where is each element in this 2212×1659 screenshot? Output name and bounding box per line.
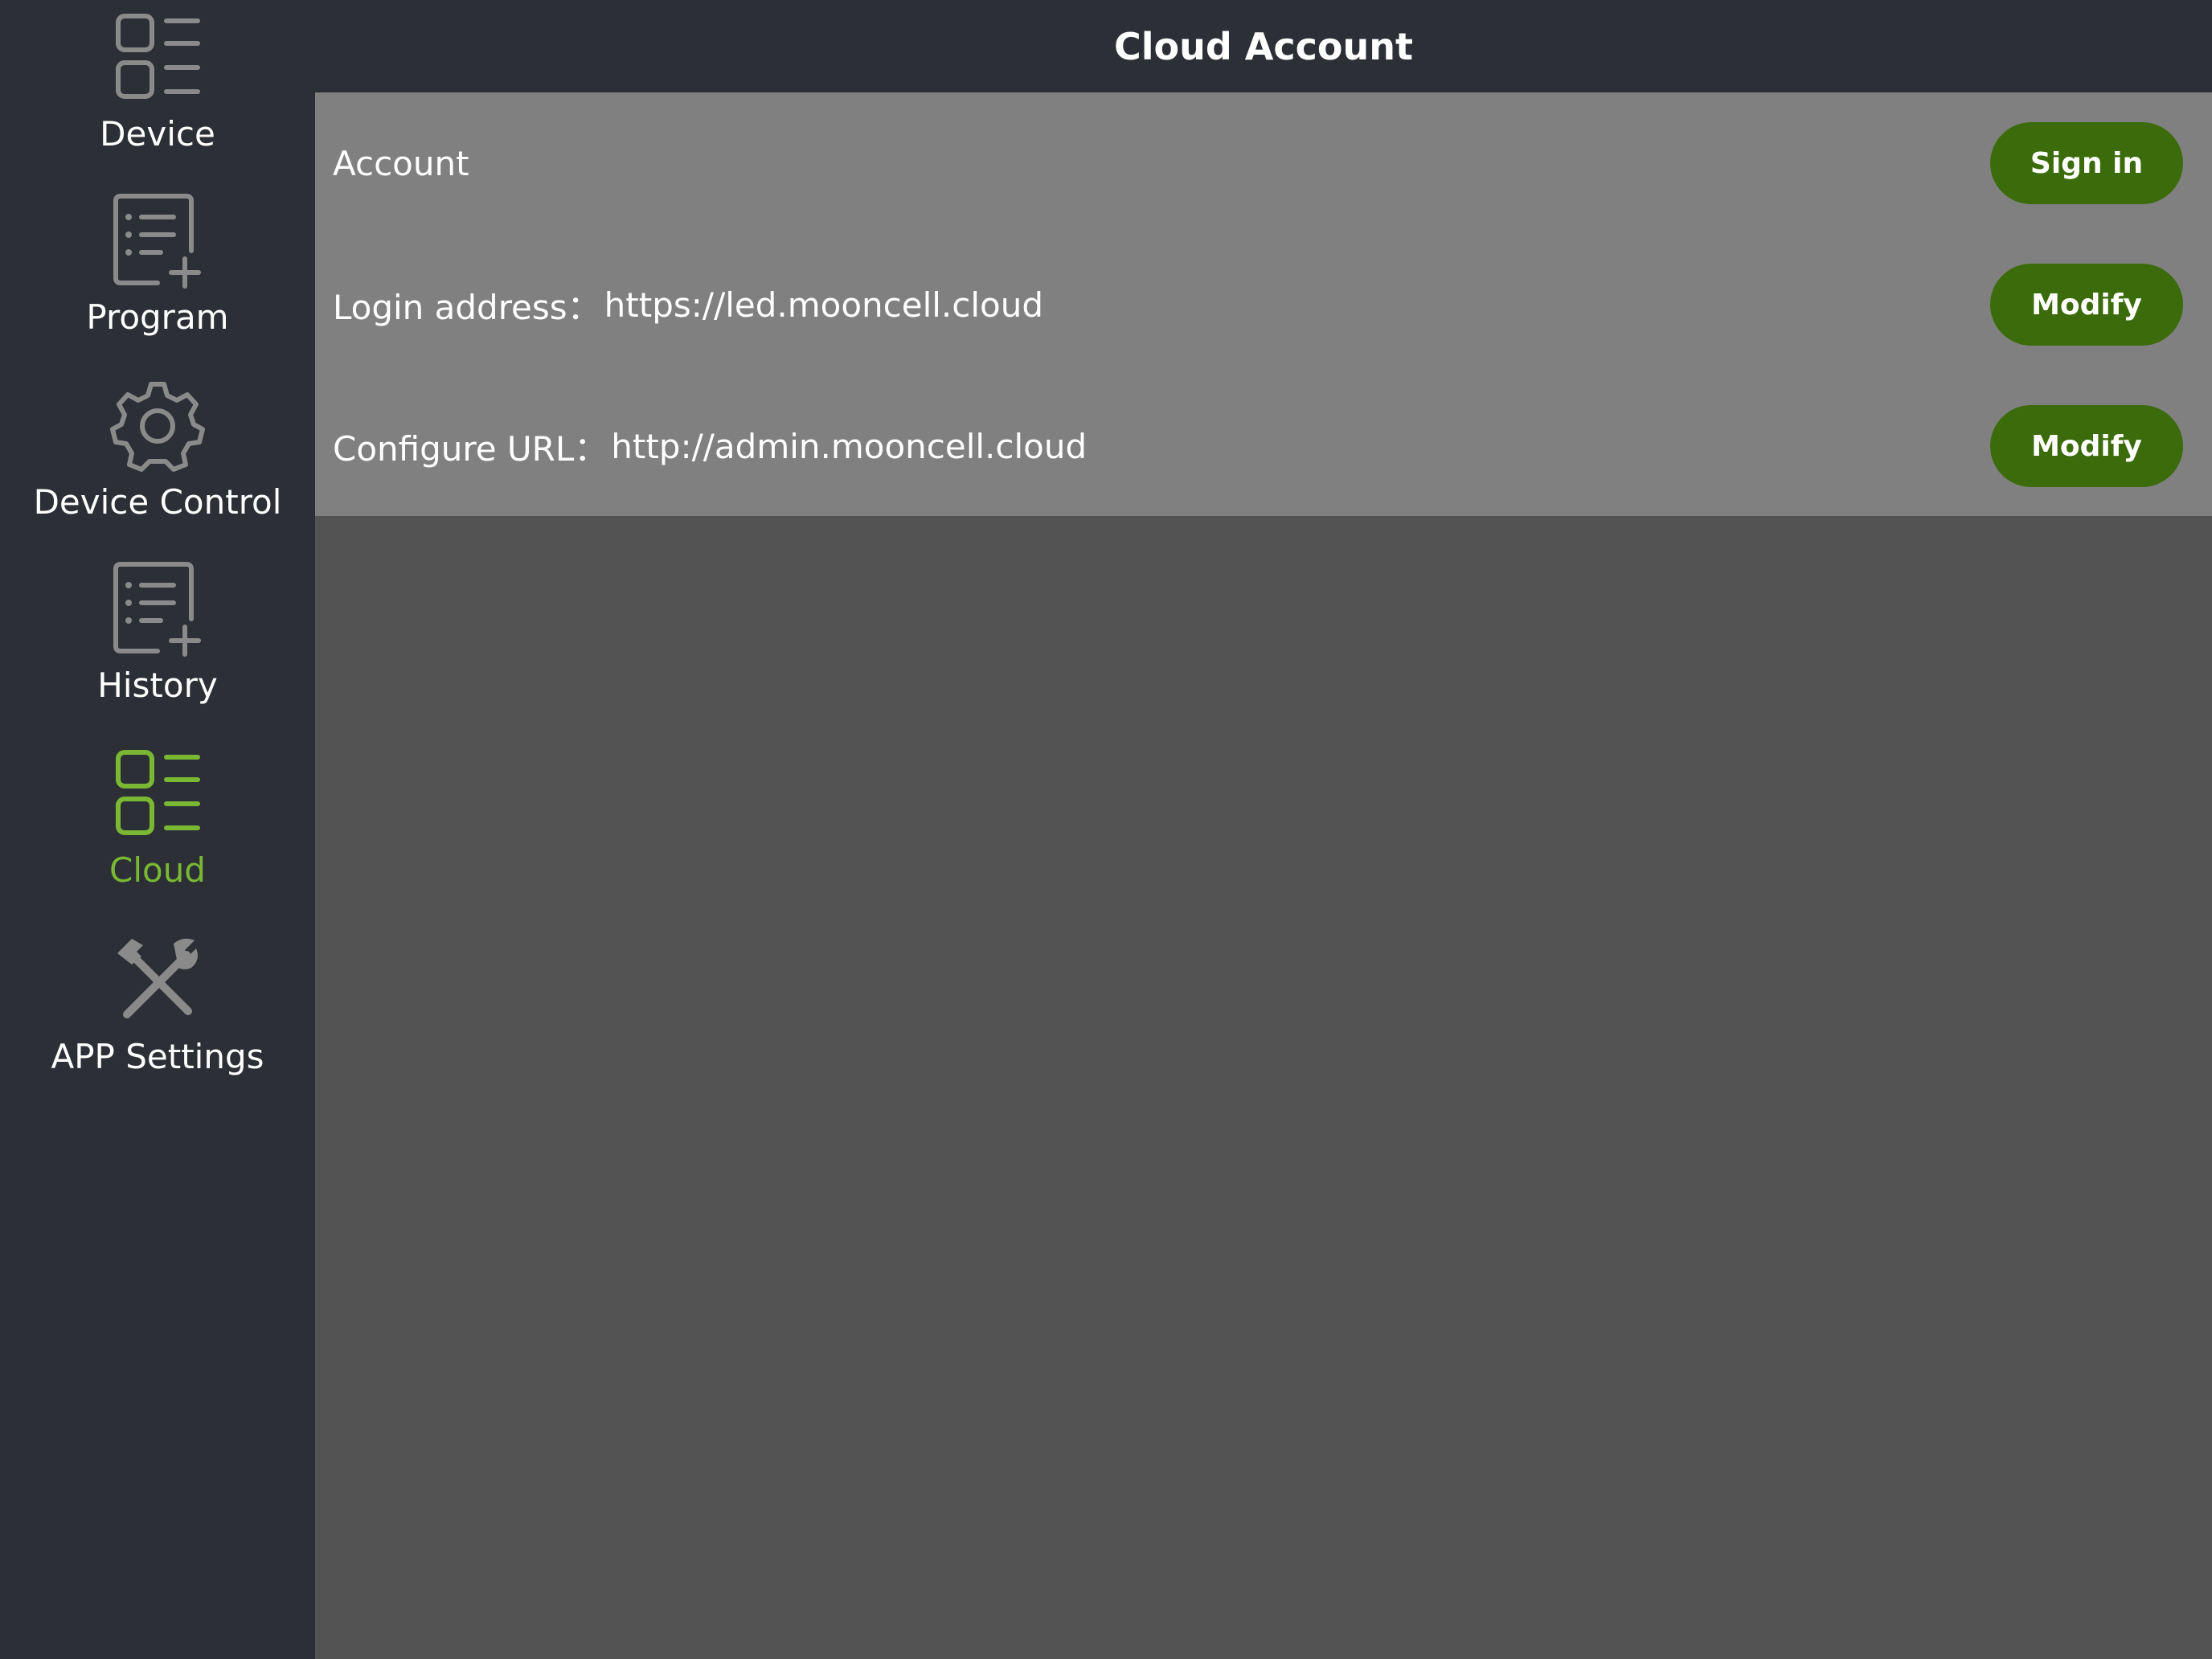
document-add-icon xyxy=(113,194,201,289)
sidebar-item-label: Device xyxy=(100,114,215,154)
page-title: Cloud Account xyxy=(1113,24,1414,68)
sidebar-item-cloud[interactable]: Cloud xyxy=(0,746,315,887)
app-root: Device Program Device Control History Cl… xyxy=(0,0,2212,1659)
sidebar-item-device[interactable]: Device xyxy=(0,10,315,151)
sidebar-item-label: Cloud xyxy=(109,850,206,890)
sidebar-item-device-control[interactable]: Device Control xyxy=(0,378,315,519)
gear-icon xyxy=(110,382,205,472)
configure-url-label-group: Configure URL： http://admin.mooncell.clo… xyxy=(333,375,1087,517)
sign-in-button[interactable]: Sign in xyxy=(1990,122,2183,204)
sidebar: Device Program Device Control History Cl… xyxy=(0,0,315,1659)
modify-configure-url-button[interactable]: Modify xyxy=(1990,405,2183,487)
list-icon xyxy=(116,14,200,99)
sidebar-item-app-settings[interactable]: APP Settings xyxy=(0,932,315,1074)
sidebar-item-label: APP Settings xyxy=(51,1037,264,1076)
account-row: Account Sign in xyxy=(315,92,2212,234)
document-add-icon xyxy=(113,562,201,657)
account-label: Account xyxy=(333,143,469,183)
configure-url-row: Configure URL： http://admin.mooncell.clo… xyxy=(315,375,2212,517)
list-icon xyxy=(116,750,200,835)
sidebar-item-label: History xyxy=(97,666,218,705)
tools-icon xyxy=(117,938,198,1018)
login-address-label-group: Login address： https://led.mooncell.clou… xyxy=(333,234,1043,375)
login-address-value: https://led.mooncell.cloud xyxy=(604,285,1044,325)
page-header: Cloud Account xyxy=(315,0,2212,92)
sidebar-item-label: Program xyxy=(86,297,229,337)
login-address-label: Login address： xyxy=(333,287,601,327)
main-content: Cloud Account Account Sign in Login addr… xyxy=(315,0,2212,1659)
configure-url-label: Configure URL： xyxy=(333,428,608,469)
configure-url-value: http://admin.mooncell.cloud xyxy=(611,426,1088,466)
sidebar-item-program[interactable]: Program xyxy=(0,193,315,334)
modify-login-address-button[interactable]: Modify xyxy=(1990,264,2183,346)
login-address-row: Login address： https://led.mooncell.clou… xyxy=(315,234,2212,375)
sidebar-item-history[interactable]: History xyxy=(0,561,315,703)
sidebar-item-label: Device Control xyxy=(33,482,282,522)
account-label-group: Account xyxy=(333,92,469,234)
